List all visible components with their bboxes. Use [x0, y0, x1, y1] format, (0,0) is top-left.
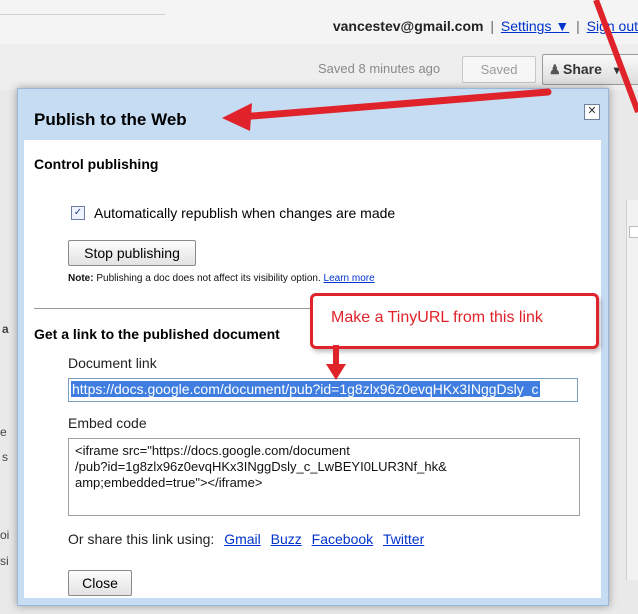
arrow-head-icon [222, 103, 252, 131]
annotation-arrows [222, 0, 638, 380]
arrow-head-icon [326, 364, 346, 380]
annotation-arrow [236, 88, 552, 121]
annotation-arrow [593, 0, 638, 114]
